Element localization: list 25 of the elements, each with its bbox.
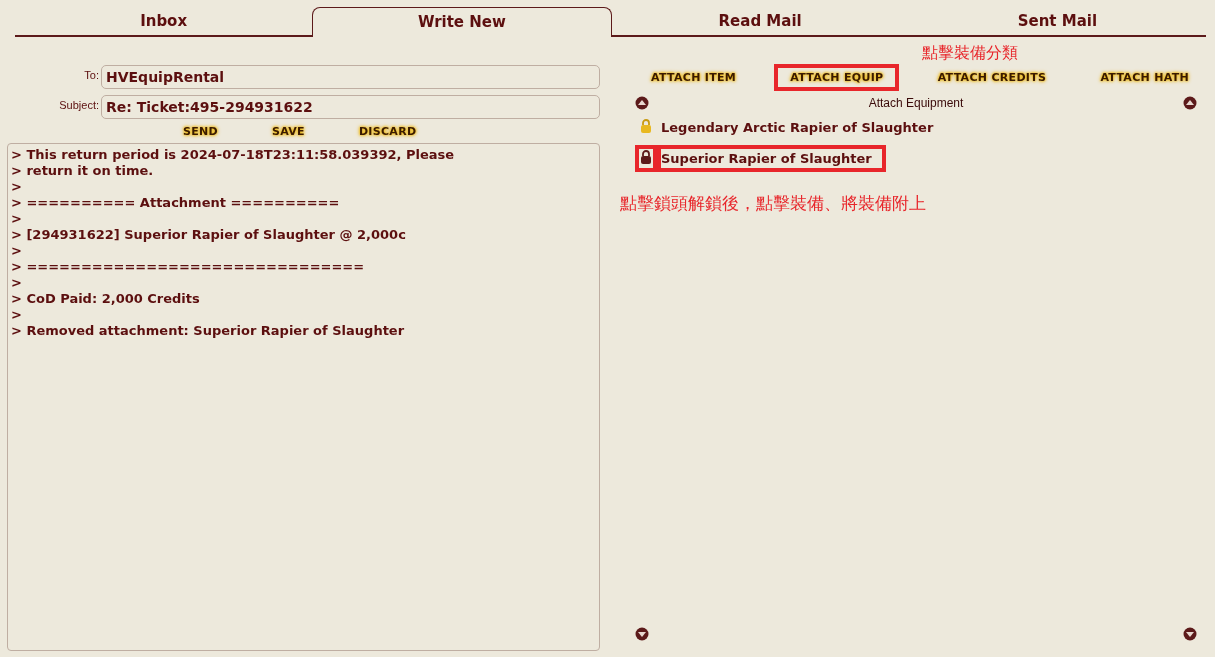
scroll-down-icon[interactable] (1183, 627, 1197, 641)
mail-tab[interactable]: Sent Mail (908, 7, 1206, 35)
message-body-field[interactable]: > This return period is 2024-07-18T23:11:58.039392, Please > return it on time. > > ========== Attachment ========== > > [294931622] Superior Rapier of Slaughter @ 2,000c > > =============================== > > CoD Paid: 2,000 Credits > > Removed attachment: Superior Rapier of Slaughter (7, 143, 600, 651)
to-label: To: (83, 68, 99, 81)
mail-tab[interactable]: Write New (312, 7, 612, 37)
attach-button[interactable]: ATTACH CREDITS (921, 64, 1063, 91)
subject-field[interactable]: Re: Ticket:495-294931622 (101, 95, 600, 119)
attach-button[interactable]: ATTACH ITEM (635, 64, 753, 91)
scroll-up-icon[interactable] (635, 96, 649, 110)
compose-button[interactable]: SAVE (270, 125, 307, 138)
mail-tab[interactable]: Inbox (15, 7, 313, 35)
attach-button[interactable]: ATTACH EQUIP (774, 64, 900, 91)
scroll-down-icon[interactable] (635, 627, 649, 641)
mail-tab[interactable]: Read Mail (611, 7, 909, 35)
compose-button[interactable]: SEND (181, 125, 220, 138)
annotation-note: 點擊裝備分類 (922, 42, 1019, 64)
scroll-up-icon[interactable] (1183, 96, 1197, 110)
equipment-item[interactable]: Legendary Arctic Rapier of Slaughter (657, 114, 948, 141)
to-field[interactable]: HVEquipRental (101, 65, 600, 89)
annotation-note: 點擊鎖頭解鎖後，點擊裝備、將裝備附上 (620, 192, 927, 215)
attach-button[interactable]: ATTACH HATH (1084, 64, 1205, 91)
subject-label: Subject: (58, 98, 99, 111)
compose-button[interactable]: DISCARD (356, 125, 419, 138)
padlock-icon[interactable] (635, 145, 657, 172)
list-title: Attach Equipment (868, 96, 964, 110)
